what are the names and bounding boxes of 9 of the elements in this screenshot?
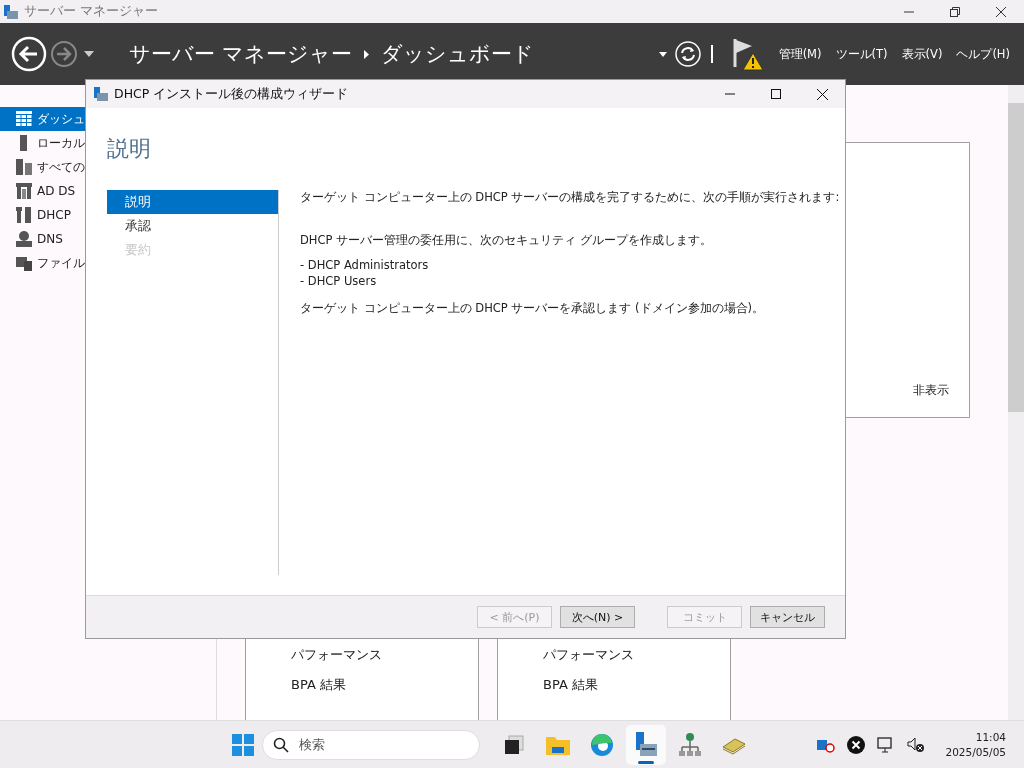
description-text: ターゲット コンピューター上の DHCP サーバーの構成を完了するために、次の手順が実行されます: (300, 190, 840, 205)
dialog-title: DHCP インストール後の構成ウィザード (114, 85, 350, 103)
breadcrumb-item: ダッシュボード (380, 41, 534, 68)
group-item: - DHCP Users (300, 274, 378, 288)
description-text: ターゲット コンピューター上の DHCP サーバーを承認します (ドメイン参加の場合)。 (300, 301, 766, 316)
group-item: - DHCP Administrators (300, 258, 430, 272)
window-title: サーバー マネージャー (24, 3, 159, 20)
page-heading: 説明 (107, 135, 152, 163)
description-text: DHCP サーバー管理の委任用に、次のセキュリティ グループを作成します。 (300, 233, 713, 248)
